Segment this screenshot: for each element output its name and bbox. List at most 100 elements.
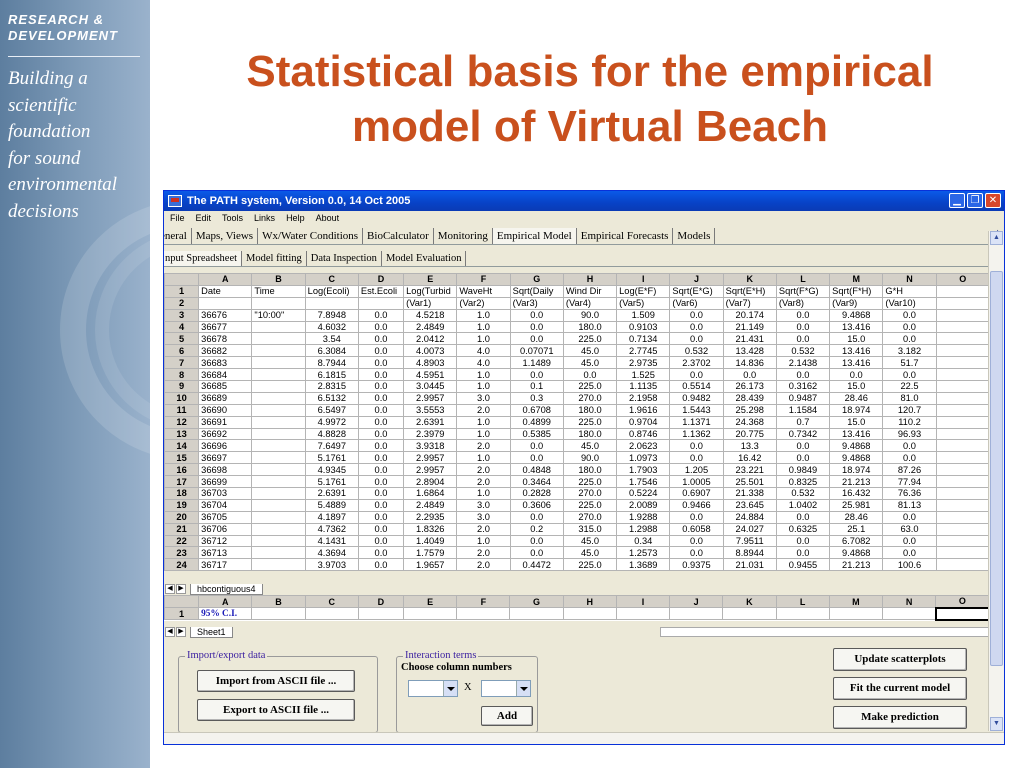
- table-cell[interactable]: 1.2988: [616, 522, 671, 536]
- table-cell[interactable]: 21.338: [722, 487, 777, 500]
- table-cell[interactable]: 4.1431: [304, 534, 359, 548]
- table-cell[interactable]: 0.0: [669, 510, 724, 524]
- close-icon[interactable]: ✕: [985, 193, 1001, 208]
- table-cell[interactable]: 0.0: [357, 475, 405, 489]
- scroll-up-icon[interactable]: ▲: [990, 231, 1003, 245]
- table-cell[interactable]: 0.0: [775, 308, 831, 322]
- table-cell[interactable]: 1.0: [456, 332, 511, 346]
- table-cell[interactable]: 0.3: [509, 391, 564, 405]
- table-cell[interactable]: [722, 607, 777, 620]
- table-cell[interactable]: 15.0: [829, 332, 884, 346]
- table-cell[interactable]: Sqrt(F*G): [775, 284, 831, 298]
- table-cell[interactable]: 9.4868: [829, 308, 884, 322]
- table-cell[interactable]: 0.0: [669, 546, 724, 560]
- table-cell[interactable]: [934, 606, 991, 621]
- table-cell[interactable]: 1.0: [456, 308, 511, 322]
- table-cell[interactable]: (Var3): [509, 296, 564, 310]
- column-header[interactable]: O: [935, 595, 990, 608]
- table-cell[interactable]: [251, 439, 306, 453]
- table-cell[interactable]: 81.13: [882, 498, 937, 512]
- table-cell[interactable]: 45.0: [562, 534, 618, 548]
- table-cell[interactable]: 0.0: [775, 320, 831, 334]
- table-cell[interactable]: 0.9487: [775, 391, 831, 405]
- table-cell[interactable]: 0.0: [357, 558, 405, 572]
- row-header[interactable]: 9: [164, 380, 200, 393]
- table-cell[interactable]: [304, 296, 359, 310]
- row-header[interactable]: 11: [164, 403, 200, 417]
- table-cell[interactable]: 28.46: [829, 510, 884, 524]
- table-cell[interactable]: 2.8904: [403, 475, 458, 489]
- table-cell[interactable]: 0.8325: [775, 475, 831, 489]
- table-cell[interactable]: [935, 487, 991, 500]
- table-cell[interactable]: 100.6: [882, 558, 937, 572]
- table-cell[interactable]: 0.0: [357, 439, 405, 453]
- table-cell[interactable]: 76.36: [882, 487, 937, 500]
- table-cell[interactable]: 36713: [198, 546, 253, 560]
- table-cell[interactable]: 0.9849: [775, 463, 831, 477]
- table-cell[interactable]: 36696: [198, 439, 253, 453]
- table-cell[interactable]: 225.0: [562, 475, 618, 489]
- table-cell[interactable]: [251, 368, 306, 382]
- table-cell[interactable]: 0.0: [669, 439, 724, 453]
- table-cell[interactable]: [251, 380, 306, 393]
- table-cell[interactable]: 1.0: [456, 534, 511, 548]
- column-header[interactable]: B: [251, 595, 306, 608]
- table-cell[interactable]: [935, 344, 991, 358]
- table-cell[interactable]: 2.0: [456, 522, 511, 536]
- table-cell[interactable]: 0.0: [357, 308, 405, 322]
- table-cell[interactable]: 3.0445: [403, 380, 458, 393]
- table-cell[interactable]: 81.0: [882, 391, 937, 405]
- table-cell[interactable]: 9.4868: [829, 439, 884, 453]
- row-header[interactable]: 1: [164, 607, 200, 620]
- column-header[interactable]: A: [198, 273, 253, 286]
- table-cell[interactable]: 45.0: [562, 344, 618, 358]
- table-cell[interactable]: 2.0: [456, 463, 511, 477]
- table-cell[interactable]: 2.3979: [403, 427, 458, 441]
- table-cell[interactable]: 0.0: [562, 368, 618, 382]
- table-cell[interactable]: 1.1362: [669, 427, 724, 441]
- table-cell[interactable]: [669, 607, 724, 620]
- table-cell[interactable]: [251, 427, 306, 441]
- table-cell[interactable]: 0.0: [775, 510, 831, 524]
- table-cell[interactable]: 0.6058: [669, 522, 724, 536]
- table-cell[interactable]: 1.9288: [616, 510, 671, 524]
- table-cell[interactable]: 36677: [198, 320, 253, 334]
- table-cell[interactable]: [251, 332, 306, 346]
- table-cell[interactable]: [251, 475, 306, 489]
- table-cell[interactable]: 0.0: [357, 510, 405, 524]
- table-cell[interactable]: 14.836: [722, 356, 777, 370]
- table-cell[interactable]: [456, 607, 511, 620]
- table-cell[interactable]: 1.525: [616, 368, 671, 382]
- table-cell[interactable]: (Var4): [562, 296, 618, 310]
- table-cell[interactable]: 2.1438: [775, 356, 831, 370]
- table-cell[interactable]: [357, 296, 405, 310]
- table-cell[interactable]: 24.368: [722, 415, 777, 429]
- table-cell[interactable]: [935, 403, 991, 417]
- column-header[interactable]: N: [882, 273, 937, 286]
- table-cell[interactable]: 0.4472: [509, 558, 564, 572]
- table-cell[interactable]: 3.0: [456, 391, 511, 405]
- table-cell[interactable]: [935, 463, 991, 477]
- table-cell[interactable]: 0.0: [882, 510, 937, 524]
- table-cell[interactable]: 90.0: [562, 308, 618, 322]
- table-cell[interactable]: 2.0412: [403, 332, 458, 346]
- table-cell[interactable]: 21.213: [829, 558, 884, 572]
- table-cell[interactable]: 36705: [198, 510, 253, 524]
- table-cell[interactable]: 0.3464: [509, 475, 564, 489]
- table-cell[interactable]: 0.0: [669, 332, 724, 346]
- table-cell[interactable]: [251, 451, 306, 465]
- table-cell[interactable]: [562, 607, 617, 620]
- table-cell[interactable]: [935, 356, 991, 370]
- table-cell[interactable]: 0.0: [509, 332, 564, 346]
- table-cell[interactable]: 25.501: [722, 475, 777, 489]
- table-cell[interactable]: 2.0: [456, 439, 511, 453]
- table-cell[interactable]: [357, 607, 404, 620]
- table-cell[interactable]: 2.0: [456, 475, 511, 489]
- table-cell[interactable]: 0.0: [669, 534, 724, 548]
- table-cell[interactable]: [198, 296, 253, 310]
- table-cell[interactable]: 1.7903: [616, 463, 671, 477]
- table-cell[interactable]: 270.0: [562, 510, 618, 524]
- table-cell[interactable]: 0.0: [775, 439, 831, 453]
- table-cell[interactable]: 0.0: [669, 308, 724, 322]
- table-cell[interactable]: 0.5385: [509, 427, 564, 441]
